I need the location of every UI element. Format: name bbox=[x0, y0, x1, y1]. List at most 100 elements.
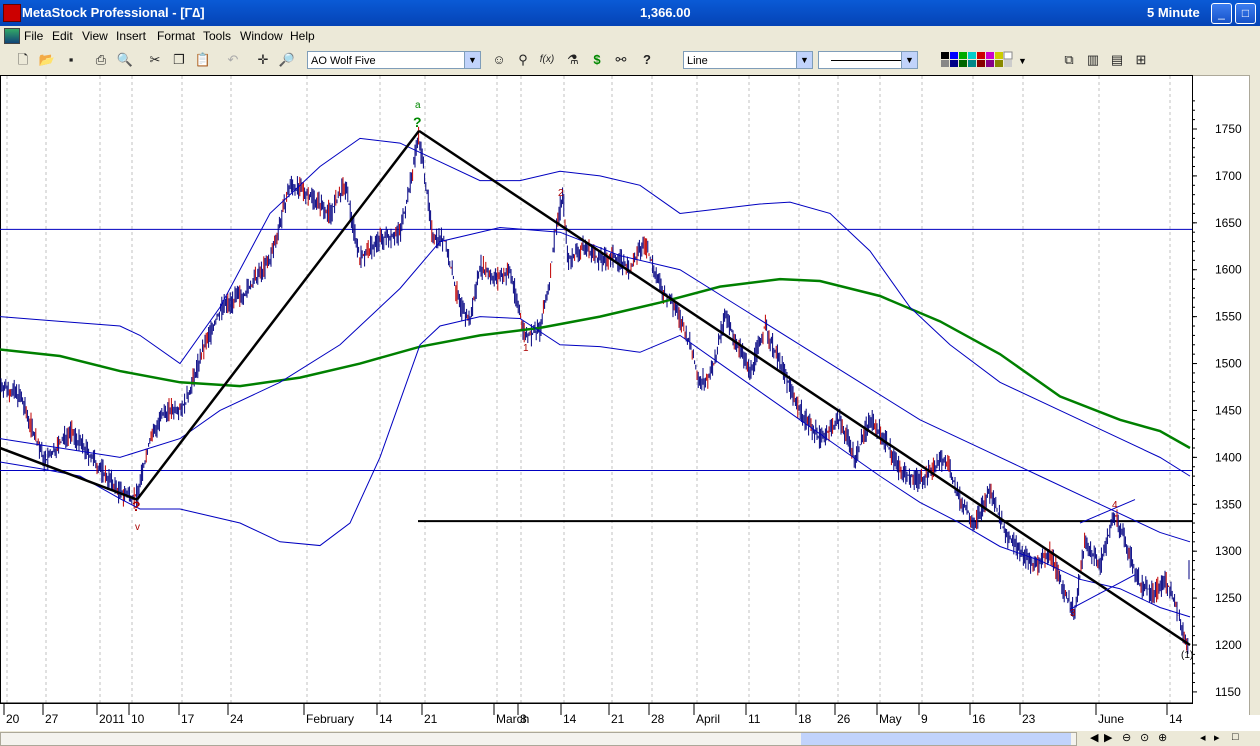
chevron-down-icon[interactable]: ▼ bbox=[796, 52, 812, 68]
x-tick-label: 10 bbox=[131, 712, 145, 726]
style-select[interactable]: Line ▼ bbox=[683, 51, 813, 69]
chevron-down-icon[interactable]: ▼ bbox=[901, 52, 917, 68]
page-right-icon[interactable]: ▸ bbox=[1214, 731, 1220, 744]
x-tick-label: 2011 bbox=[99, 712, 125, 726]
menu-format[interactable]: Format bbox=[157, 29, 195, 43]
undo-icon[interactable]: ↶ bbox=[224, 51, 242, 69]
menu-view[interactable]: View bbox=[82, 29, 108, 43]
x-tick-label: 18 bbox=[798, 712, 812, 726]
dollar-icon[interactable]: $ bbox=[588, 51, 606, 69]
vertical-scrollbar[interactable] bbox=[1249, 75, 1260, 715]
x-tick-label: 11 bbox=[748, 712, 761, 726]
new-icon[interactable]: 🗋 bbox=[14, 51, 32, 69]
line-sample bbox=[831, 60, 901, 61]
help-pointer-icon[interactable]: ? bbox=[638, 51, 656, 69]
x-tick-label: 14 bbox=[379, 712, 393, 726]
wave-label: 3 bbox=[1070, 608, 1076, 619]
color-palette[interactable]: ▼ bbox=[940, 51, 1028, 69]
color-palette-swatches[interactable]: ▼ bbox=[940, 51, 1028, 69]
x-tick-label: 20 bbox=[6, 712, 20, 726]
zoom-reset-icon[interactable]: ⊙ bbox=[1140, 731, 1149, 744]
y-tick-label: 1350 bbox=[1215, 497, 1242, 511]
maximize-button[interactable]: □ bbox=[1235, 3, 1256, 24]
chart-window[interactable]: 20 27 2011 10 17 24 February 14 21 March 8 14 21 28 Ap… bbox=[0, 75, 1260, 731]
expert-select-value: AO Wolf Five bbox=[311, 55, 376, 67]
y-tick-label: 1700 bbox=[1215, 169, 1242, 183]
copy-icon[interactable]: ❐ bbox=[170, 51, 188, 69]
x-tick-label: 21 bbox=[424, 712, 438, 726]
paste-icon[interactable]: 📋 bbox=[194, 51, 212, 69]
binoculars-icon[interactable]: ⚯ bbox=[612, 51, 630, 69]
wave-label: v bbox=[135, 522, 140, 533]
x-tick-label: May bbox=[879, 712, 902, 726]
svg-text:▼: ▼ bbox=[1018, 56, 1027, 66]
menu-file[interactable]: File bbox=[24, 29, 43, 43]
x-tick-label: 21 bbox=[611, 712, 625, 726]
chevron-down-icon[interactable]: ▼ bbox=[464, 52, 480, 68]
document-icon[interactable] bbox=[4, 28, 20, 44]
zoom-in-icon[interactable]: ⊕ bbox=[1158, 731, 1167, 744]
window-cascade-icon[interactable]: ⧉ bbox=[1060, 51, 1078, 69]
system-tester-icon[interactable]: ⚗ bbox=[564, 51, 582, 69]
x-tick-label: 27 bbox=[45, 712, 59, 726]
y-tick-label: 1250 bbox=[1215, 591, 1242, 605]
x-tick-label: 9 bbox=[921, 712, 928, 726]
wave-label: 2 bbox=[558, 188, 564, 199]
zoom-out-icon[interactable]: ⊖ bbox=[1122, 731, 1131, 744]
status-bar: ◀ ▶ ⊖ ⊙ ⊕ ◂ ▸ □ bbox=[0, 731, 1260, 746]
minimize-button[interactable]: _ bbox=[1211, 3, 1232, 24]
tile-horizontal-icon[interactable]: ▤ bbox=[1108, 51, 1126, 69]
scroll-thumb[interactable] bbox=[801, 733, 1071, 745]
x-tick-label: June bbox=[1098, 712, 1124, 726]
menu-insert[interactable]: Insert bbox=[116, 29, 146, 43]
menu-window[interactable]: Window bbox=[240, 29, 283, 43]
zoom-icon[interactable]: 🔎 bbox=[278, 51, 296, 69]
tile-grid-icon[interactable]: ⊞ bbox=[1132, 51, 1150, 69]
expert-select[interactable]: AO Wolf Five ▼ bbox=[307, 51, 481, 69]
x-tick-label: 16 bbox=[972, 712, 986, 726]
price-chart[interactable]: 20 27 2011 10 17 24 February 14 21 March8 14 21 28 Ap… bbox=[0, 75, 1260, 731]
print-icon[interactable]: ⎙ bbox=[92, 51, 110, 69]
cut-icon[interactable]: ✂ bbox=[146, 51, 164, 69]
toolbar: 🗋 📂 ▪ ⎙ 🔍 ✂ ❐ 📋 ↶ ✛ 🔎 AO Wolf Five ▼ ☺ ⚲… bbox=[0, 46, 1260, 76]
x-tick-label: 8 bbox=[520, 712, 527, 726]
restore-chart-icon[interactable]: □ bbox=[1232, 731, 1239, 743]
x-tick-label: April bbox=[696, 712, 720, 726]
explorer-icon[interactable]: ⚲ bbox=[514, 51, 532, 69]
last-price: 1,366.00 bbox=[640, 5, 691, 20]
wave-label: (1) bbox=[1181, 650, 1193, 661]
x-tick-label: 24 bbox=[230, 712, 244, 726]
scroll-left-icon[interactable]: ◀ bbox=[1090, 731, 1098, 744]
wave-label: 4 bbox=[1112, 500, 1118, 511]
scroll-right-icon[interactable]: ▶ bbox=[1104, 731, 1112, 744]
style-select-value: Line bbox=[687, 55, 708, 67]
wave-label: ? bbox=[413, 114, 422, 130]
print-preview-icon[interactable]: 🔍 bbox=[116, 51, 134, 69]
x-tick-label: February bbox=[306, 712, 354, 726]
horizontal-scrollbar[interactable] bbox=[0, 732, 1077, 746]
x-tick-label: 14 bbox=[563, 712, 577, 726]
menu-bar: File Edit View Insert Format Tools Windo… bbox=[0, 26, 1260, 46]
app-icon[interactable] bbox=[3, 4, 21, 22]
y-tick-label: 1650 bbox=[1215, 216, 1242, 230]
x-tick-label: 17 bbox=[181, 712, 195, 726]
menu-edit[interactable]: Edit bbox=[52, 29, 73, 43]
y-tick-label: 1300 bbox=[1215, 544, 1242, 558]
y-tick-label: 1600 bbox=[1215, 263, 1242, 277]
plot-frame bbox=[0, 75, 1193, 704]
crosshair-icon[interactable]: ✛ bbox=[254, 51, 272, 69]
wave-label: a bbox=[415, 100, 421, 111]
formula-icon[interactable]: f(x) bbox=[538, 51, 556, 69]
y-tick-label: 1450 bbox=[1215, 403, 1242, 417]
tile-vertical-icon[interactable]: ▥ bbox=[1084, 51, 1102, 69]
page-left-icon[interactable]: ◂ bbox=[1200, 731, 1206, 744]
x-tick-label: 28 bbox=[651, 712, 665, 726]
line-weight-select[interactable]: ▼ bbox=[818, 51, 918, 69]
window-title: MetaStock Professional - [Γ∆] bbox=[22, 5, 205, 20]
open-icon[interactable]: 📂 bbox=[38, 51, 56, 69]
title-bar: MetaStock Professional - [Γ∆] 1,366.00 5… bbox=[0, 0, 1260, 26]
menu-help[interactable]: Help bbox=[290, 29, 315, 43]
menu-tools[interactable]: Tools bbox=[203, 29, 231, 43]
expert-advisor-icon[interactable]: ☺ bbox=[490, 51, 508, 69]
save-icon[interactable]: ▪ bbox=[62, 51, 80, 69]
